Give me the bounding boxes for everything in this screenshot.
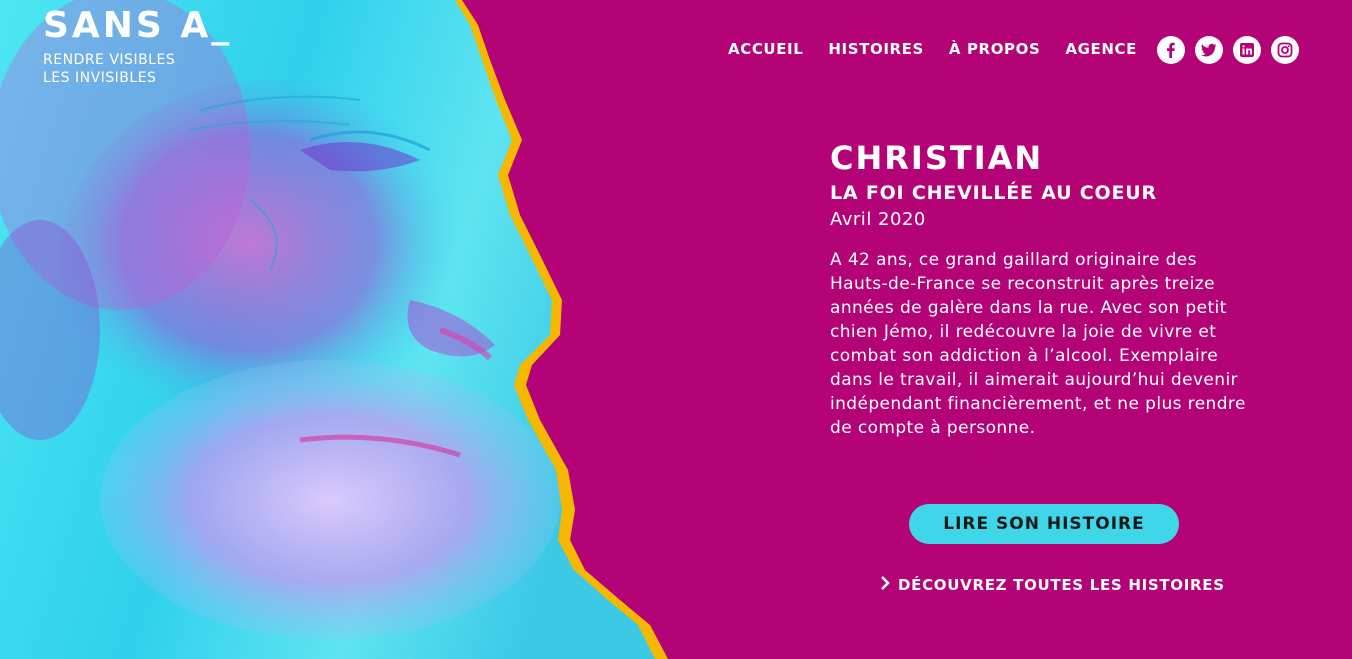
story-date: Avril 2020 xyxy=(830,209,926,230)
nav-item-histoires[interactable]: HISTOIRES xyxy=(828,38,924,60)
logo-tagline: RENDRE VISIBLES LES INVISIBLES xyxy=(43,51,232,87)
read-story-button[interactable]: LIRE SON HISTOIRE xyxy=(909,504,1179,544)
logo-tagline-line1: RENDRE VISIBLES xyxy=(43,52,176,68)
all-stories-label: DÉCOUVREZ TOUTES LES HISTOIRES xyxy=(898,576,1225,594)
chevron-right-icon xyxy=(880,575,890,595)
story-summary: A 42 ans, ce grand gaillard originaire d… xyxy=(830,250,1246,438)
instagram-icon[interactable] xyxy=(1271,36,1299,64)
all-stories-link[interactable]: DÉCOUVREZ TOUTES LES HISTOIRES xyxy=(880,575,1225,595)
page: SANS A_ RENDRE VISIBLES LES INVISIBLES A… xyxy=(0,0,1352,659)
site-logo[interactable]: SANS A_ RENDRE VISIBLES LES INVISIBLES xyxy=(43,6,232,87)
logo-title: SANS A_ xyxy=(43,5,233,46)
main-nav: ACCUEIL HISTOIRES À PROPOS AGENCE xyxy=(728,38,1137,60)
nav-item-agence[interactable]: AGENCE xyxy=(1065,38,1137,60)
story-subtitle: LA FOI CHEVILLÉE AU COEUR xyxy=(830,182,1157,204)
facebook-icon[interactable] xyxy=(1157,36,1185,64)
social-links xyxy=(1157,36,1299,64)
twitter-icon[interactable] xyxy=(1195,36,1223,64)
story-panel: CHRISTIAN LA FOI CHEVILLÉE AU COEUR Avri… xyxy=(830,138,1270,457)
nav-item-a-propos[interactable]: À PROPOS xyxy=(949,38,1040,60)
logo-tagline-line2: LES INVISIBLES xyxy=(43,70,157,86)
nav-item-accueil[interactable]: ACCUEIL xyxy=(728,38,803,60)
story-name: CHRISTIAN xyxy=(830,139,1044,177)
hero-portrait-image xyxy=(0,0,700,659)
linkedin-icon[interactable] xyxy=(1233,36,1261,64)
